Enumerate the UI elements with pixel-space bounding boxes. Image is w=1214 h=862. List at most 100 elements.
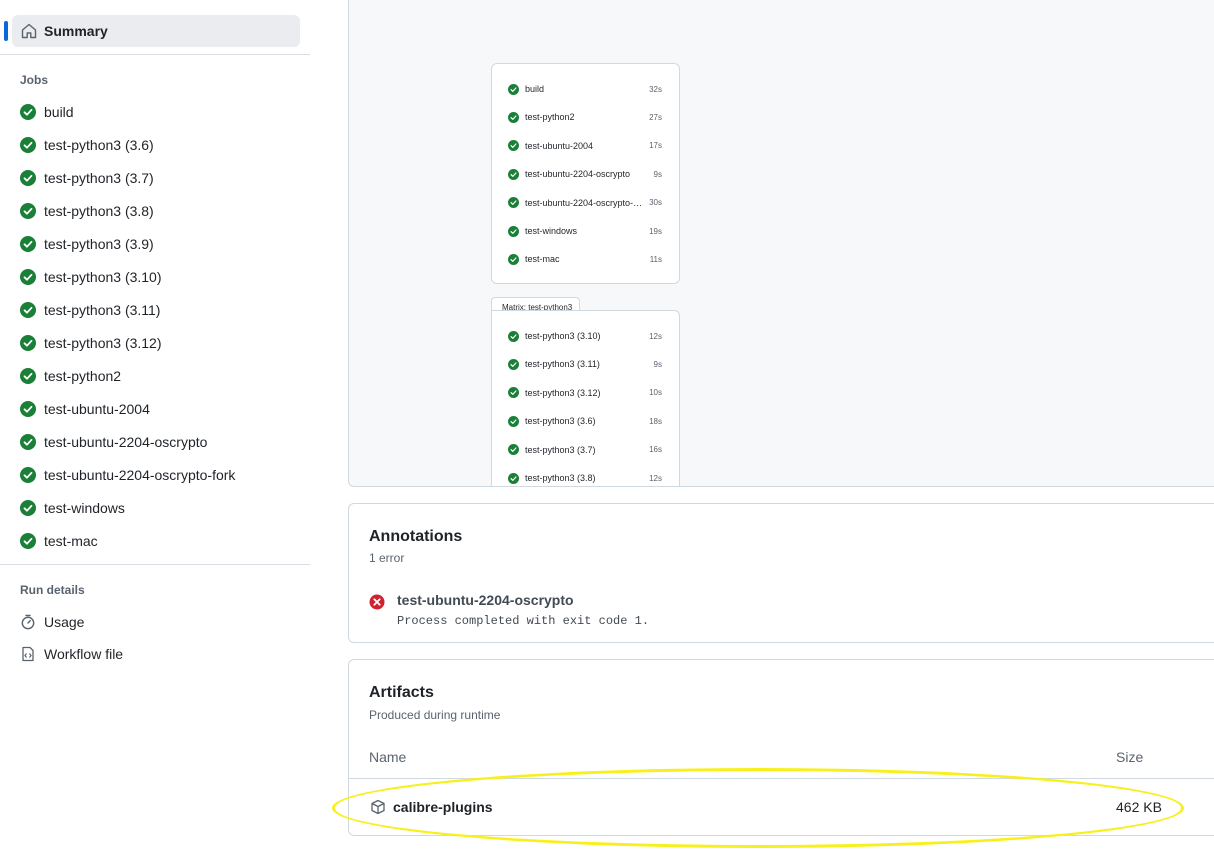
check-circle-icon [508,197,519,209]
graph-job-duration: 11s [649,254,662,264]
graph-job-duration: 12s [649,473,662,483]
home-icon [21,23,37,39]
check-circle-icon [20,302,36,318]
check-circle-icon [508,253,519,265]
sidebar-item-job[interactable]: test-python3 (3.6) [20,134,154,156]
table-row[interactable]: calibre-plugins 462 KB [349,778,1214,836]
graph-job-duration: 16s [649,445,662,455]
graph-job-node[interactable]: test-mac 11s [508,252,662,266]
divider [0,564,310,565]
graph-job-duration: 30s [649,198,662,208]
graph-job-duration: 10s [649,388,662,398]
error-icon [369,594,385,610]
graph-job-node[interactable]: test-python3 (3.8) 12s [508,471,662,485]
graph-job-node[interactable]: test-python3 (3.12) 10s [508,386,662,400]
check-circle-icon [508,415,519,427]
check-circle-icon [20,236,36,252]
sidebar-item-job[interactable]: test-ubuntu-2004 [20,398,150,420]
check-circle-icon [508,140,519,152]
check-circle-icon [20,104,36,120]
package-icon [371,799,385,815]
job-name: test-ubuntu-2204-oscrypto-fork [44,467,236,483]
sidebar-item-job[interactable]: test-python3 (3.11) [20,299,160,321]
job-name: test-python3 (3.12) [44,335,162,351]
check-circle-icon [20,170,36,186]
artifacts-title: Artifacts [369,684,434,701]
annotations-count: 1 error [369,551,405,565]
graph-job-node[interactable]: test-ubuntu-2204-oscrypto 9s [508,167,662,181]
artifact-name-link[interactable]: calibre-plugins [393,799,493,815]
job-name: test-ubuntu-2004 [44,401,150,417]
check-circle-icon [508,111,519,123]
check-circle-icon [20,533,36,549]
sidebar-item-job[interactable]: test-python2 [20,365,121,387]
annotation-title[interactable]: test-ubuntu-2204-oscrypto [397,592,574,608]
graph-job-duration: 18s [649,416,662,426]
sidebar: Summary Jobs build test-python3 (3.6) test… [0,0,310,862]
artifact-size: 462 KB [1116,799,1162,815]
job-name: test-windows [44,500,125,516]
check-circle-icon [20,335,36,351]
graph-jobs-card: build 32s test-python2 27s test-ubuntu-2004 1… [491,63,680,284]
sidebar-item-workflow-file[interactable]: Workflow file [20,643,123,665]
graph-matrix-card: test-python3 (3.10) 12s test-python3 (3.11… [491,310,680,486]
annotations-panel: Annotations 1 error test-ubuntu-2204-osc… [348,503,1214,643]
sidebar-item-job[interactable]: test-ubuntu-2204-oscrypto [20,431,207,453]
graph-job-node[interactable]: test-ubuntu-2004 17s [508,139,662,153]
sidebar-item-summary[interactable]: Summary [4,15,300,47]
column-header-size: Size [1116,749,1144,765]
check-circle-icon [508,387,519,399]
graph-job-name: test-ubuntu-2004 [525,140,594,151]
sidebar-item-job[interactable]: test-python3 (3.8) [20,200,154,222]
check-circle-icon [508,444,519,456]
graph-job-duration: 19s [649,226,662,236]
workflow-graph [348,0,1214,487]
graph-job-node[interactable]: test-python3 (3.7) 16s [508,443,662,457]
active-indicator [4,21,8,41]
divider [0,54,310,55]
sidebar-item-usage[interactable]: Usage [20,611,84,633]
check-circle-icon [20,500,36,516]
graph-job-name: test-python2 [525,112,575,123]
graph-job-name: test-python3 (3.7) [525,444,596,455]
sidebar-item-job[interactable]: test-python3 (3.7) [20,167,154,189]
graph-job-node[interactable]: build 32s [508,82,662,96]
artifacts-panel: Artifacts Produced during runtime Name S… [348,659,1214,836]
annotations-title: Annotations [369,528,463,545]
graph-job-node[interactable]: test-python3 (3.10) 12s [508,329,662,343]
job-name: test-python3 (3.11) [44,302,161,318]
sidebar-item-job[interactable]: test-python3 (3.10) [20,266,162,288]
sidebar-item-job[interactable]: test-python3 (3.12) [20,332,162,354]
graph-job-node[interactable]: test-python3 (3.6) 18s [508,414,662,428]
check-circle-icon [20,401,36,417]
graph-job-node[interactable]: test-ubuntu-2204-oscrypto-fork 30s [508,196,662,210]
job-name: test-python3 (3.9) [44,236,154,252]
graph-job-node[interactable]: test-windows 19s [508,224,662,238]
graph-job-duration: 9s [653,169,662,179]
graph-job-duration: 32s [649,84,662,94]
sidebar-item-job[interactable]: test-windows [20,497,125,519]
check-circle-icon [20,434,36,450]
job-name: test-python3 (3.10) [44,269,162,285]
file-code-icon [22,646,34,662]
graph-job-name: test-ubuntu-2204-oscrypto [525,169,631,180]
sidebar-item-job[interactable]: test-ubuntu-2204-oscrypto-fork [20,464,235,486]
job-name: test-python3 (3.8) [44,203,154,219]
sidebar-item-job[interactable]: build [20,101,74,123]
sidebar-item-label: Summary [44,23,108,39]
graph-job-node[interactable]: test-python3 (3.11) 9s [508,357,662,371]
graph-job-name: test-python3 (3.11) [525,359,600,370]
graph-job-name: test-mac [525,254,560,265]
annotation-message: Process completed with exit code 1. [397,614,650,628]
graph-job-name: test-python3 (3.10) [525,331,601,341]
sidebar-item-job[interactable]: test-python3 (3.9) [20,233,154,255]
job-name: test-ubuntu-2204-oscrypto [44,434,208,450]
usage-label: Usage [44,614,85,630]
graph-job-name: test-python3 (3.8) [525,473,596,483]
sidebar-item-job[interactable]: test-mac [20,530,98,552]
graph-job-node[interactable]: test-python2 27s [508,110,662,124]
workflow-file-label: Workflow file [44,646,124,662]
check-circle-icon [508,330,519,342]
graph-job-name: test-python3 (3.6) [525,416,596,427]
graph-job-name: test-windows [525,226,578,236]
